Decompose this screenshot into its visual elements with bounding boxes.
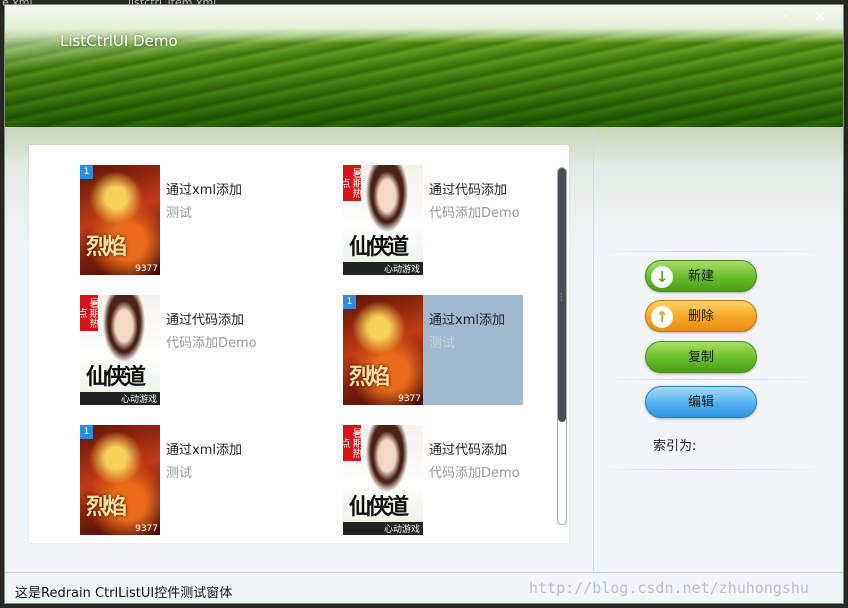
- item-subtitle: 测试: [166, 206, 193, 221]
- minimize-button[interactable]: –: [777, 9, 793, 25]
- thumb-calligraphy: 仙侠道: [86, 364, 146, 390]
- fire-game-icon: 烈焰 1 9377: [80, 425, 160, 535]
- arrow-down-icon: ↓: [651, 266, 673, 288]
- new-button[interactable]: ↓ 新建: [645, 260, 757, 292]
- close-button[interactable]: ✕: [812, 9, 828, 25]
- right-panel-divider: [595, 251, 835, 252]
- girl-game-icon: 仙侠道 暑期热点 心动游戏: [343, 165, 423, 275]
- main-window: ListCtrlUI Demo – ✕ 烈焰 1 9377 通过xml添加 测试…: [4, 4, 844, 604]
- item-subtitle: 测试: [429, 336, 456, 351]
- status-divider: [5, 572, 843, 573]
- rank-badge: 1: [343, 295, 356, 309]
- thumb-caption: 心动游戏: [80, 392, 160, 405]
- item-title: 通过xml添加: [166, 443, 242, 458]
- new-button-label: 新建: [687, 269, 714, 284]
- list-item[interactable]: 烈焰 1 9377 通过xml添加 测试: [80, 165, 260, 275]
- item-subtitle: 代码添加Demo: [429, 466, 520, 481]
- thumb-calligraphy: 烈焰: [86, 234, 127, 260]
- thumb-caption: 9377: [135, 524, 158, 534]
- item-title: 通过代码添加: [166, 313, 245, 328]
- rank-badge: 1: [80, 165, 93, 179]
- right-panel-divider: [595, 469, 835, 470]
- edit-button-label: 编辑: [687, 395, 714, 410]
- item-title: 通过xml添加: [429, 313, 505, 328]
- copy-button[interactable]: 复制: [645, 341, 757, 373]
- rank-badge: 1: [80, 425, 93, 439]
- item-subtitle: 代码添加Demo: [166, 336, 257, 351]
- hot-badge: 暑期热点: [343, 425, 361, 461]
- girl-game-icon: 仙侠道 暑期热点 心动游戏: [80, 295, 160, 405]
- delete-button-label: 删除: [687, 309, 714, 324]
- thumb-caption: 心动游戏: [343, 262, 423, 275]
- status-text: 这是Redrain CtrlListUI控件测试窗体: [15, 586, 233, 601]
- fire-game-icon: 烈焰 1 9377: [343, 295, 423, 405]
- list-item[interactable]: 烈焰 1 9377 通过xml添加 测试: [80, 425, 260, 535]
- watermark: http://blog.csdn.net/zhuhongshu: [529, 579, 809, 597]
- fire-game-icon: 烈焰 1 9377: [80, 165, 160, 275]
- scrollbar-grip-icon: · · ·: [560, 290, 563, 305]
- list-item[interactable]: 仙侠道 暑期热点 心动游戏 通过代码添加 代码添加Demo: [343, 165, 523, 275]
- edit-button[interactable]: 编辑: [645, 386, 757, 418]
- list-item[interactable]: 仙侠道 暑期热点 心动游戏 通过代码添加 代码添加Demo: [343, 425, 523, 535]
- thumb-calligraphy: 仙侠道: [349, 234, 409, 260]
- delete-button[interactable]: ↑ 删除: [645, 300, 757, 332]
- item-subtitle: 代码添加Demo: [429, 206, 520, 221]
- right-panel-divider: [595, 379, 835, 380]
- thumb-calligraphy: 烈焰: [349, 364, 390, 390]
- item-title: 通过xml添加: [166, 183, 242, 198]
- list-item[interactable]: 仙侠道 暑期热点 心动游戏 通过代码添加 代码添加Demo: [80, 295, 260, 405]
- list-panel: 烈焰 1 9377 通过xml添加 测试 仙侠道 暑期热点 心动游戏 通过代码添…: [29, 145, 569, 543]
- copy-button-label: 复制: [687, 350, 714, 365]
- thumb-calligraphy: 仙侠道: [349, 494, 409, 520]
- thumb-calligraphy: 烈焰: [86, 494, 127, 520]
- item-subtitle: 测试: [166, 466, 193, 481]
- index-label: 索引为:: [653, 439, 697, 454]
- hot-badge: 暑期热点: [80, 295, 98, 331]
- vertical-divider: [593, 127, 594, 571]
- window-title: ListCtrlUI Demo: [60, 32, 178, 50]
- thumb-caption: 心动游戏: [343, 522, 423, 535]
- thumb-caption: 9377: [398, 394, 421, 404]
- item-title: 通过代码添加: [429, 183, 508, 198]
- girl-game-icon: 仙侠道 暑期热点 心动游戏: [343, 425, 423, 535]
- list-item-selected[interactable]: 烈焰 1 9377 通过xml添加 测试: [343, 295, 523, 405]
- item-title: 通过代码添加: [429, 443, 508, 458]
- thumb-caption: 9377: [135, 264, 158, 274]
- arrow-up-icon: ↑: [651, 306, 673, 328]
- hot-badge: 暑期热点: [343, 165, 361, 201]
